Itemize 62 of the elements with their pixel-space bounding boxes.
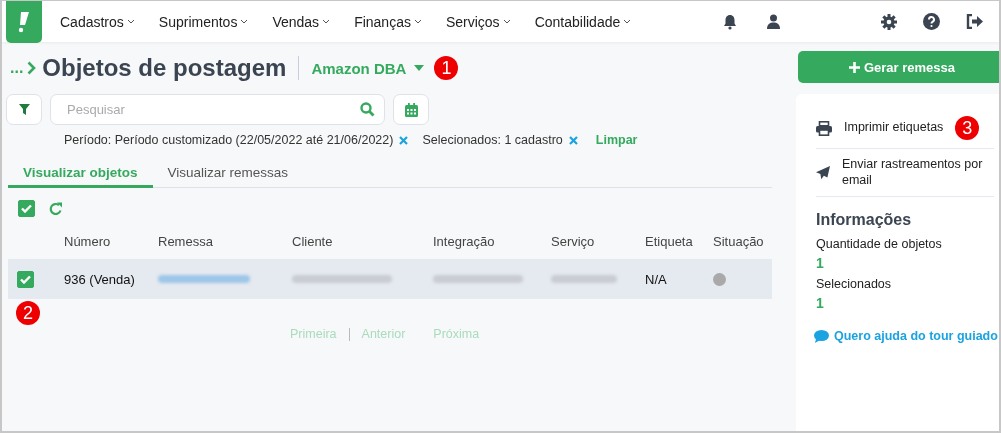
logout-icon[interactable] <box>966 14 983 29</box>
page-title: Objetos de postagem <box>42 54 287 82</box>
section-title: Informações <box>816 211 913 230</box>
nav-menu[interactable]: Serviços <box>433 13 523 30</box>
column-header: Etiqueta <box>645 233 694 249</box>
filter-icon <box>18 104 30 115</box>
close-icon[interactable] <box>399 135 409 145</box>
redacted-text <box>551 275 617 283</box>
column-header: Cliente <box>292 233 334 249</box>
column-header: Número <box>64 233 112 249</box>
filter-label: Período: Período customizado (22/05/2022 até 21/06/2022) <box>64 133 394 147</box>
caret-icon <box>322 19 331 24</box>
caret-icon <box>240 19 249 24</box>
select-all-checkbox[interactable] <box>18 200 35 217</box>
filter-button[interactable] <box>6 94 42 125</box>
caret-icon <box>502 19 511 24</box>
callout-badge: 1 <box>434 56 459 80</box>
logo-icon[interactable] <box>6 1 42 43</box>
settings-icon[interactable] <box>881 13 897 30</box>
column-header: Serviço <box>551 233 596 249</box>
calendar-icon <box>404 102 418 117</box>
nav-menu[interactable]: Suprimentos <box>146 13 261 30</box>
chat-bubble-icon <box>814 329 829 343</box>
action-link[interactable]: Imprimir etiquetas <box>844 120 944 136</box>
column-header: Situação <box>713 233 765 249</box>
callout-badge: 3 <box>955 116 980 140</box>
caret-icon <box>414 65 425 71</box>
action-link[interactable]: Enviar rastreamentos por email <box>842 157 994 189</box>
caret-icon <box>413 19 422 24</box>
info-label: Quantidade de objetos <box>816 237 943 252</box>
chevron-icon <box>27 61 37 75</box>
calendar-button[interactable] <box>393 94 429 125</box>
info-value: 1 <box>816 295 825 312</box>
check-icon <box>20 274 31 284</box>
search-icon[interactable] <box>360 102 375 117</box>
caret-icon <box>623 19 632 24</box>
close-icon[interactable] <box>568 135 578 145</box>
check-icon <box>21 204 32 213</box>
nav-menu[interactable]: Finanças <box>342 13 434 30</box>
filter-label: Selecionados: 1 cadastro <box>422 133 563 147</box>
user-icon[interactable] <box>767 14 781 29</box>
plus-icon <box>848 61 860 73</box>
nav-menu[interactable]: Vendas <box>260 13 343 30</box>
tab[interactable]: Visualizar remessas <box>152 163 304 188</box>
callout-badge: 2 <box>16 301 40 325</box>
table-cell-text: 936 (Venda) <box>64 271 136 287</box>
nav-menu[interactable]: Cadastros <box>48 13 147 30</box>
nav-menu[interactable]: Contabilidade <box>522 13 644 30</box>
info-label: Selecionados <box>816 277 893 292</box>
table-cell-text: N/A <box>645 271 668 287</box>
column-header: Remessa <box>158 233 214 249</box>
search-field[interactable]: Pesquisar <box>50 94 385 125</box>
row-checkbox[interactable] <box>17 270 34 288</box>
help-icon[interactable] <box>923 13 940 30</box>
refresh-icon[interactable] <box>49 201 63 216</box>
paper-plane-icon <box>816 164 830 181</box>
printer-icon <box>816 120 832 136</box>
caret-icon <box>126 19 135 24</box>
column-header: Integração <box>433 233 496 249</box>
bell-icon[interactable] <box>723 13 738 30</box>
table-row[interactable]: 936 (Venda) N/A <box>8 259 772 299</box>
info-value: 1 <box>816 255 825 272</box>
